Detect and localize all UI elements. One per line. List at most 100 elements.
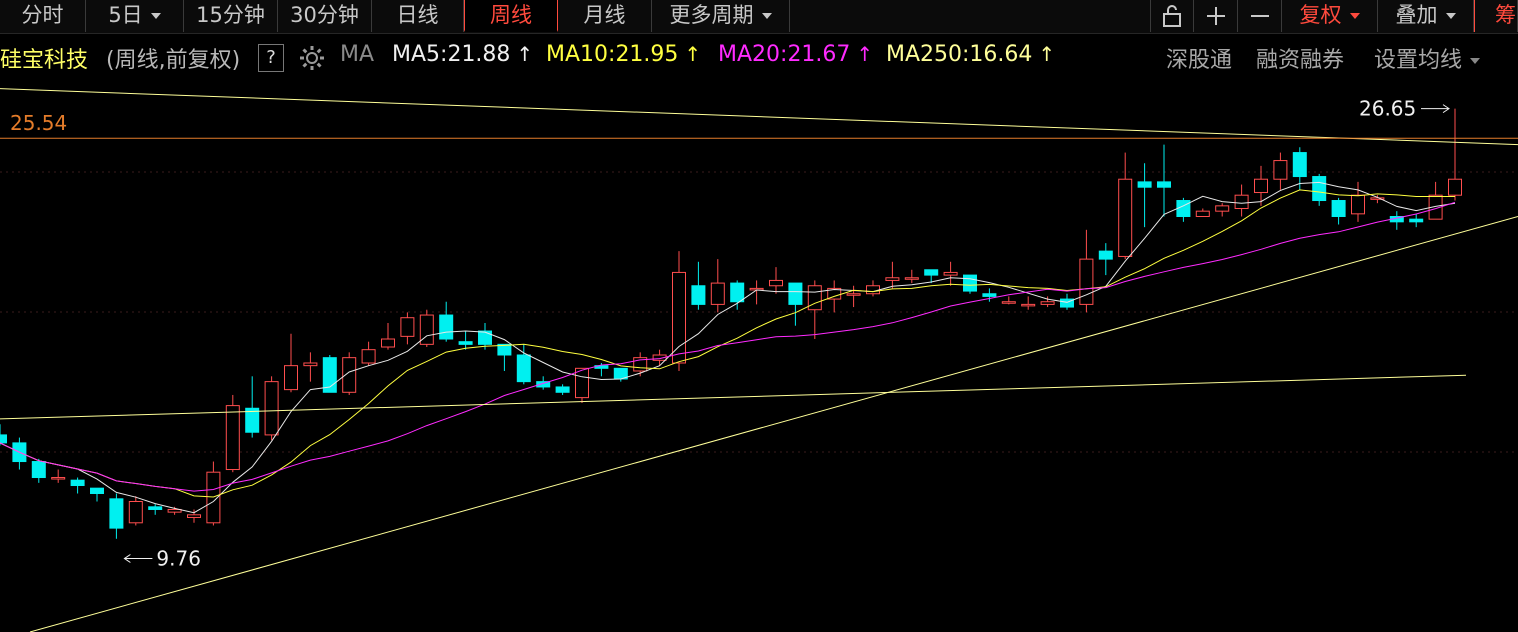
ma-label[interactable]: MA	[340, 42, 374, 67]
tab-5day[interactable]: 5日	[86, 0, 184, 32]
zoom-out-button[interactable]	[1238, 0, 1282, 32]
candle-body	[672, 271, 686, 364]
zoom-in-button[interactable]	[1194, 0, 1238, 32]
candle-body	[866, 285, 880, 295]
candle-body	[710, 282, 725, 305]
gear-icon	[300, 46, 324, 70]
stock-name: 硅宝科技	[0, 48, 89, 73]
candle-body	[148, 506, 163, 510]
candle-body	[788, 282, 803, 305]
tab-more-periods-label: 更多周期	[669, 3, 754, 27]
chip-button[interactable]: 筹	[1474, 0, 1518, 32]
candle-body	[1079, 258, 1094, 305]
link-margin-trading[interactable]: 融资融券	[1256, 42, 1344, 74]
candle-body	[575, 367, 589, 399]
candle-body	[478, 330, 492, 345]
candle-body	[516, 354, 531, 383]
candle-body	[982, 293, 997, 297]
candle-body	[924, 269, 939, 276]
tab-weekly[interactable]: 周线	[464, 0, 558, 32]
candle-body	[264, 381, 279, 436]
tab-monthly[interactable]: 月线	[558, 0, 652, 32]
candle-body	[400, 317, 415, 337]
arrow-up-icon: ↑	[516, 42, 534, 66]
resistance-trendline	[0, 88, 1518, 146]
gear-button[interactable]	[298, 44, 326, 78]
candle-body	[439, 314, 454, 340]
ma250-text: MA250:16.64	[886, 42, 1033, 67]
candle-body	[807, 285, 822, 311]
overlay-label: 叠加	[1395, 3, 1438, 27]
candle-body	[1215, 205, 1230, 212]
candle-body	[0, 434, 7, 444]
candle-body	[1157, 181, 1171, 188]
ma-settings-label: 设置均线	[1374, 48, 1463, 73]
candle-body	[1273, 160, 1288, 180]
candle-body	[225, 405, 240, 471]
arrow-left-icon	[123, 554, 153, 563]
candle-body	[303, 362, 318, 367]
candle-body	[187, 514, 201, 518]
candle-body	[361, 349, 376, 364]
lock-button[interactable]	[1150, 0, 1194, 32]
candle-body	[109, 498, 124, 529]
zoom-out-icon	[1250, 15, 1269, 17]
candle-body	[1448, 178, 1462, 196]
chevron-down-icon	[761, 13, 772, 19]
candle-body	[885, 277, 900, 281]
tab-daily[interactable]: 日线	[372, 0, 464, 32]
candle-body	[1137, 181, 1152, 188]
arrow-up-icon: ↑	[856, 42, 874, 66]
candle-body	[128, 500, 143, 524]
candle-body	[1118, 178, 1133, 257]
candle-body	[691, 285, 706, 305]
period-toolbar: 分时 5日 15分钟 30分钟 日线 周线 月线 更多周期 复权 叠加 筹	[0, 0, 1518, 34]
candle-body	[943, 271, 958, 276]
ma250-line	[0, 374, 1467, 420]
ma10-line	[0, 189, 1455, 498]
candle-body	[963, 274, 977, 292]
candle-body	[730, 282, 745, 303]
candle-body	[1351, 194, 1365, 215]
zoom-in-icon	[1206, 7, 1225, 25]
arrow-right-icon	[1421, 104, 1450, 114]
candle-body	[1234, 194, 1249, 210]
ma-settings-dropdown[interactable]: 设置均线	[1374, 42, 1481, 74]
tab-30min[interactable]: 30分钟	[278, 0, 372, 32]
candle-body	[1195, 210, 1210, 218]
candle-body	[1040, 301, 1055, 305]
candle-body	[90, 487, 104, 494]
tab-15min[interactable]: 15分钟	[184, 0, 278, 32]
candle-body	[1409, 218, 1424, 223]
candle-body	[458, 341, 473, 345]
kline-chart[interactable]: 25.54 26.65 9.76	[0, 78, 1518, 632]
ma20-text: MA20:21.67	[718, 42, 851, 67]
overlay-dropdown[interactable]: 叠加	[1378, 0, 1474, 32]
candle-body	[1021, 303, 1036, 307]
tab-fenshi[interactable]: 分时	[0, 0, 86, 32]
chevron-down-icon	[1349, 13, 1360, 19]
period-text: (周线,前复权)	[106, 48, 241, 73]
candle-body	[381, 338, 395, 348]
ma5-line	[0, 181, 1456, 514]
candle-body	[1001, 301, 1016, 304]
candle-body	[1098, 250, 1113, 260]
fuquan-dropdown[interactable]: 复权	[1282, 0, 1378, 32]
high-annotation: 26.65	[1359, 97, 1416, 121]
fuquan-label: 复权	[1299, 3, 1342, 27]
candle-body	[555, 386, 570, 393]
candle-body	[284, 365, 298, 391]
tab-more-periods[interactable]: 更多周期	[652, 0, 790, 32]
ma10-text: MA10:21.95	[546, 42, 679, 67]
help-button[interactable]: ?	[258, 44, 284, 72]
chevron-down-icon	[1445, 13, 1456, 19]
chevron-down-icon	[150, 13, 161, 19]
low-annotation: 9.76	[156, 546, 201, 570]
ma10-value: MA10:21.95 ↑	[546, 42, 701, 67]
candle-body	[1331, 200, 1346, 218]
candle-body	[904, 277, 919, 280]
link-shengutong[interactable]: 深股通	[1166, 42, 1232, 74]
ma20-line	[0, 201, 1456, 492]
price-line-label: 25.54	[10, 111, 67, 135]
candle-body	[31, 461, 46, 479]
